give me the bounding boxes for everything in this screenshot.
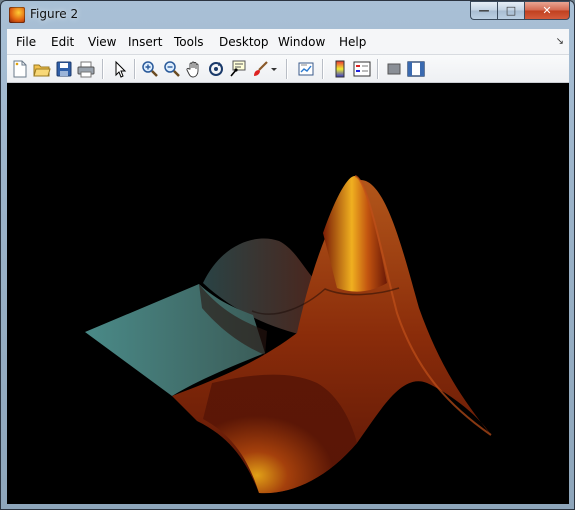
menu-file[interactable]: File bbox=[16, 35, 36, 49]
menu-edit[interactable]: Edit bbox=[51, 35, 74, 49]
zoom-in-icon[interactable] bbox=[141, 60, 159, 78]
data-cursor-icon[interactable] bbox=[229, 60, 247, 78]
link-plot-icon[interactable] bbox=[297, 60, 315, 78]
close-button[interactable]: ✕ bbox=[524, 1, 570, 20]
menu-bar: File Edit View Insert Tools Desktop Wind… bbox=[7, 29, 569, 55]
pan-hand-icon[interactable] bbox=[185, 60, 203, 78]
insert-colorbar-icon[interactable] bbox=[331, 60, 349, 78]
dock-arrow-icon[interactable]: ↘ bbox=[556, 36, 564, 47]
close-icon: ✕ bbox=[542, 4, 552, 17]
save-icon[interactable] bbox=[55, 60, 73, 78]
toolbar-separator bbox=[322, 59, 323, 79]
rotate-3d-icon[interactable] bbox=[207, 60, 225, 78]
menu-window[interactable]: Window bbox=[278, 35, 325, 49]
insert-legend-icon[interactable] bbox=[353, 60, 371, 78]
new-figure-icon[interactable] bbox=[11, 60, 29, 78]
figure-canvas[interactable] bbox=[7, 83, 569, 504]
menu-insert[interactable]: Insert bbox=[128, 35, 162, 49]
open-file-icon[interactable] bbox=[33, 60, 51, 78]
print-icon[interactable] bbox=[77, 60, 95, 78]
toolbar-separator bbox=[286, 59, 287, 79]
zoom-out-icon[interactable] bbox=[163, 60, 181, 78]
figure-toolbar bbox=[7, 55, 569, 83]
edit-plot-arrow-icon[interactable] bbox=[111, 60, 129, 78]
title-bar[interactable]: Figure 2 — □ ✕ bbox=[1, 1, 575, 29]
brush-icon[interactable] bbox=[251, 60, 269, 78]
show-plot-tools-icon[interactable] bbox=[407, 60, 425, 78]
brush-dropdown-icon[interactable] bbox=[269, 60, 279, 78]
menu-help[interactable]: Help bbox=[339, 35, 366, 49]
minimize-icon: — bbox=[478, 4, 490, 17]
window-title: Figure 2 bbox=[30, 7, 79, 21]
toolbar-separator bbox=[134, 59, 135, 79]
maximize-icon: □ bbox=[505, 4, 517, 17]
toolbar-separator bbox=[377, 59, 378, 79]
matlab-figure-icon bbox=[9, 7, 25, 23]
toolbar-separator bbox=[102, 59, 103, 79]
menu-tools[interactable]: Tools bbox=[174, 35, 204, 49]
hide-plot-tools-icon[interactable] bbox=[385, 60, 403, 78]
minimize-button[interactable]: — bbox=[470, 1, 497, 20]
maximize-button[interactable]: □ bbox=[497, 1, 524, 20]
menu-desktop[interactable]: Desktop bbox=[219, 35, 269, 49]
menu-view[interactable]: View bbox=[88, 35, 116, 49]
figure-window: Figure 2 — □ ✕ File Edit View Insert Too… bbox=[0, 0, 575, 510]
window-controls: — □ ✕ bbox=[470, 1, 570, 20]
surface-plot bbox=[85, 175, 492, 494]
